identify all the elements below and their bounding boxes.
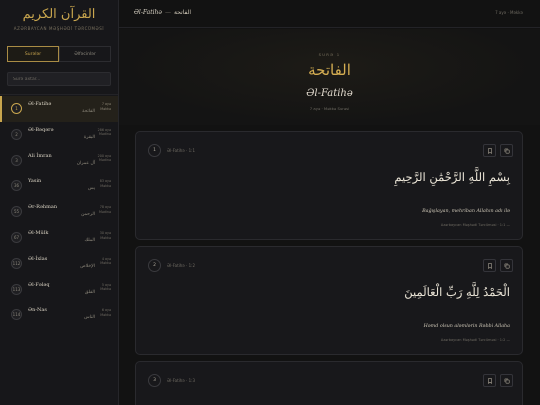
brand-subtitle: AZƏRBAYCAN MƏŞHƏDİ TƏRCÜMƏSİ: [13, 26, 105, 31]
surah-number-badge: 114: [11, 309, 22, 321]
surah-name: Əl-Fatihə: [28, 101, 52, 107]
surah-place: Məkkə: [100, 183, 111, 188]
surah-list-item[interactable]: 55 Ər-Rəhman الرحمن 78 ayə Mədinə: [0, 199, 118, 225]
surah-list-item[interactable]: 112 Əl-İxlas الإخلاص 4 ayə Məkkə: [0, 251, 118, 277]
ayah-reference: Əl-Fatihə · 1:2: [167, 263, 196, 268]
surah-place: Məkkə: [100, 261, 111, 266]
ayah-source: Azərbaycan Məşhədi Tərcüməsi · 1:1 —: [440, 223, 510, 227]
surah-arabic-title: الفاتحة: [308, 61, 351, 79]
ayah-translation: Həmd olsun aləmlərin Rəbbi Allaha: [423, 324, 510, 329]
copy-button[interactable]: [500, 259, 513, 272]
surah-meta: 7 ayə Məkkə: [93, 102, 111, 111]
top-title-name: Əl-Fatihə: [134, 9, 162, 16]
surah-name: Yasin: [28, 178, 42, 185]
surah-place: Mədinə: [99, 209, 111, 214]
sidebar-tabs: Surələr Əlfəcinlər: [7, 46, 111, 62]
surah-place: Məkkə: [100, 106, 111, 111]
surah-name: Ali İmran: [28, 152, 52, 159]
ayah-arabic: بِسْمِ اللَّهِ الرَّحْمَٰنِ الرَّحِيمِ: [394, 170, 510, 184]
surah-name: Ən-Nas: [28, 307, 47, 314]
brand-title: القرآن الكريم: [22, 7, 96, 22]
copy-button[interactable]: [500, 144, 513, 157]
surah-number-badge: 36: [11, 180, 22, 192]
surah-place: Məkkə: [100, 235, 111, 240]
top-title-arabic: الفاتحة: [173, 9, 192, 16]
surah-place: Mədinə: [99, 132, 111, 137]
top-bar: Əl-Fatihə — الفاتحة 7 ayə · Məkkə: [119, 0, 540, 28]
surah-meta: 286 ayə Mədinə: [93, 128, 111, 137]
surah-meta: 5 ayə Məkkə: [93, 283, 111, 292]
surah-number-badge: 55: [11, 206, 22, 218]
surah-meta: 4 ayə Məkkə: [93, 257, 111, 266]
surah-title: Əl-Fatihə: [306, 88, 353, 99]
sidebar-divider: [0, 94, 118, 95]
surah-list-item[interactable]: 114 Ən-Nas الناس 6 ayə Məkkə: [0, 302, 118, 328]
surah-name: Əl-İxlas: [28, 255, 48, 262]
ayah-source: Azərbaycan Məşhədi Tərcüməsi · 1:2 —: [440, 338, 510, 342]
surah-name: Əl-Mülk: [28, 229, 49, 236]
surah-number-badge: 67: [11, 231, 22, 243]
ayah-reference: Əl-Fatihə · 1:3: [167, 378, 196, 383]
surah-header: SURƏ 1 الفاتحة Əl-Fatihə 7 ayə · Məkkə S…: [119, 29, 540, 125]
surah-meta: 7 ayə · Məkkə Surəsi: [309, 106, 350, 111]
surah-list-item[interactable]: 67 Əl-Mülk الملك 30 ayə Məkkə: [0, 225, 118, 251]
surah-name: Ər-Rəhman: [28, 204, 58, 211]
surah-meta: 78 ayə Mədinə: [93, 205, 111, 214]
ayah-translation: Bağışlayan, mehriban Allahın adı ilə: [422, 209, 510, 214]
surah-number-badge: 2: [11, 128, 22, 140]
surah-list: 1 Əl-Fatihə الفاتحة 7 ayə Məkkə 2 Əl-Bəqərə الب…: [0, 96, 118, 328]
copy-icon: [504, 148, 510, 154]
surah-number-badge: 1: [11, 103, 22, 114]
bookmark-icon: [487, 262, 492, 269]
bookmark-button[interactable]: [483, 259, 496, 272]
bookmark-button[interactable]: [483, 374, 496, 387]
ayah-reference: Əl-Fatihə · 1:1: [167, 148, 196, 153]
surah-list-item[interactable]: 113 Əl-Fələq الفلق 5 ayə Məkkə: [0, 277, 118, 303]
ayah-card: 3 Əl-Fatihə · 1:3: [135, 361, 523, 405]
surah-name: Əl-Fələq: [28, 281, 50, 288]
ayah-number: 2: [148, 259, 161, 272]
tab-surahs[interactable]: Surələr: [7, 46, 59, 62]
sidebar: القرآن الكريم AZƏRBAYCAN MƏŞHƏDİ TƏRCÜMƏ…: [0, 0, 119, 405]
surah-number-badge: 113: [11, 283, 22, 295]
surah-place: Məkkə: [100, 287, 111, 292]
bookmark-icon: [487, 147, 492, 154]
ayah-card: 1 Əl-Fatihə · 1:1 بِسْمِ اللَّهِ الرَّحْ…: [135, 131, 523, 240]
surah-list-item[interactable]: 2 Əl-Bəqərə البقرة 286 ayə Mədinə: [0, 122, 118, 148]
surah-search-input[interactable]: [7, 72, 111, 86]
surah-number-label: SURƏ 1: [318, 52, 341, 57]
surah-number-badge: 112: [11, 257, 22, 269]
surah-meta: 200 ayə Mədinə: [93, 154, 111, 163]
ayah-number: 3: [148, 374, 161, 387]
tab-bookmarks[interactable]: Əlfəcinlər: [59, 46, 111, 62]
surah-place: Mədinə: [99, 158, 111, 163]
bookmark-button[interactable]: [483, 144, 496, 157]
copy-icon: [504, 378, 510, 384]
ayah-arabic: الْحَمْدُ لِلَّهِ رَبِّ الْعَالَمِينَ: [404, 285, 510, 299]
copy-button[interactable]: [500, 374, 513, 387]
surah-list-item[interactable]: 1 Əl-Fatihə الفاتحة 7 ayə Məkkə: [0, 96, 118, 122]
surah-list-item[interactable]: 36 Yasin يس 83 ayə Məkkə: [0, 173, 118, 199]
surah-number-badge: 3: [11, 154, 22, 166]
surah-meta: 83 ayə Məkkə: [93, 179, 111, 188]
copy-icon: [504, 263, 510, 269]
surah-name: Əl-Bəqərə: [28, 126, 54, 133]
surah-place: Məkkə: [100, 312, 111, 317]
surah-meta: 30 ayə Məkkə: [93, 231, 111, 240]
surah-meta: 6 ayə Məkkə: [93, 308, 111, 317]
surah-list-item[interactable]: 3 Ali İmran آل عمران 200 ayə Mədinə: [0, 148, 118, 174]
bookmark-icon: [487, 377, 492, 384]
top-title-separator: —: [164, 9, 171, 16]
top-meta: 7 ayə · Məkkə: [495, 10, 523, 15]
main-content: Əl-Fatihə — الفاتحة 7 ayə · Məkkə SURƏ 1 ا…: [119, 0, 540, 405]
ayah-card: 2 Əl-Fatihə · 1:2 الْحَمْدُ لِلَّهِ رَبِ…: [135, 246, 523, 355]
ayah-number: 1: [148, 144, 161, 157]
brand: القرآن الكريم AZƏRBAYCAN MƏŞHƏDİ TƏRCÜMƏ…: [0, 0, 118, 40]
top-title: Əl-Fatihə — الفاتحة: [134, 9, 191, 16]
